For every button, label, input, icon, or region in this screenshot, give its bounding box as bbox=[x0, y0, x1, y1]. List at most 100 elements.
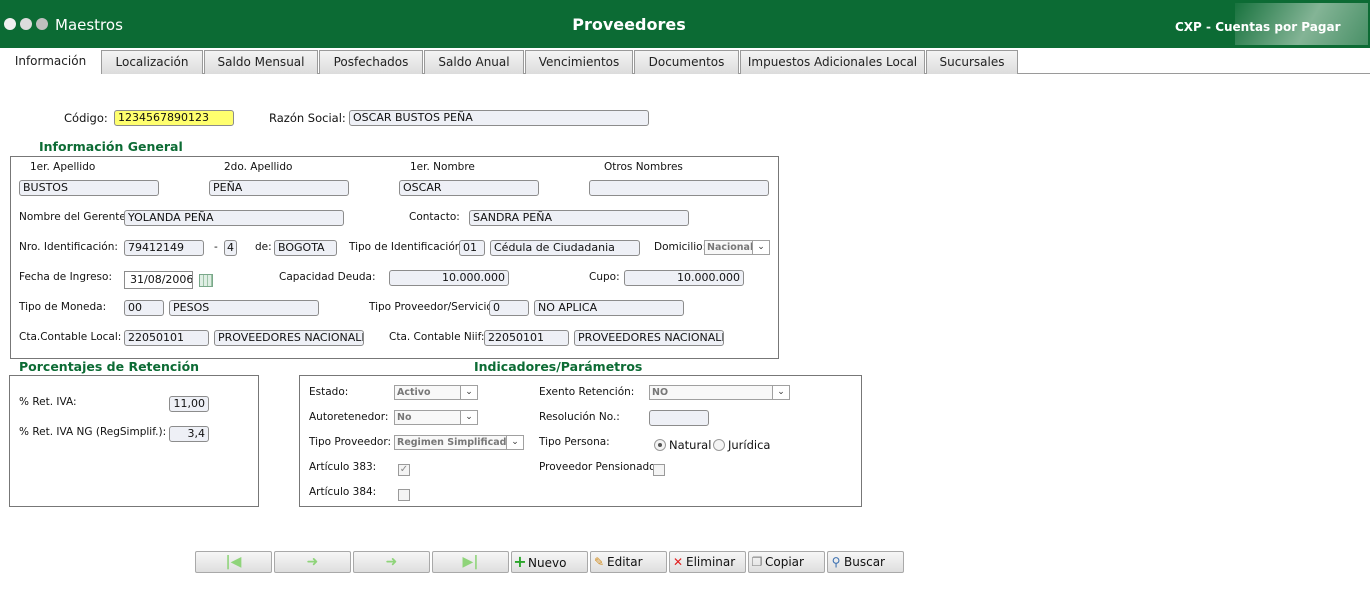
tab-informacion[interactable]: Información bbox=[0, 49, 101, 75]
editar-label: Editar bbox=[607, 555, 643, 569]
tab-documentos[interactable]: Documentos bbox=[634, 50, 739, 74]
last-record-button[interactable]: ▶| bbox=[432, 551, 509, 573]
contacto-label: Contacto: bbox=[409, 211, 460, 223]
articulo-384-checkbox[interactable] bbox=[398, 489, 410, 501]
autoretenedor-label: Autoretenedor: bbox=[309, 411, 389, 423]
fecha-ingreso-label: Fecha de Ingreso: bbox=[19, 271, 112, 283]
buscar-button[interactable]: ⚲ Buscar bbox=[827, 551, 904, 573]
delete-x-icon: ✕ bbox=[672, 555, 684, 569]
tab-sucursales[interactable]: Sucursales bbox=[926, 50, 1018, 74]
chevron-down-icon: ⌄ bbox=[752, 241, 769, 254]
fecha-ingreso-field[interactable]: 31/08/2006 bbox=[124, 271, 193, 289]
chevron-down-icon: ⌄ bbox=[506, 436, 523, 449]
tipo-moneda-label: Tipo de Moneda: bbox=[19, 301, 107, 313]
nro-identificacion-label: Nro. Identificación: bbox=[19, 241, 118, 253]
retencion-panel bbox=[9, 375, 259, 507]
cupo-field[interactable]: 10.000.000 bbox=[624, 270, 744, 286]
tipo-identificacion-name[interactable]: Cédula de Ciudadania bbox=[490, 240, 640, 256]
estado-label: Estado: bbox=[309, 386, 349, 398]
articulo-383-label: Artículo 383: bbox=[309, 461, 377, 473]
nuevo-label: Nuevo bbox=[528, 556, 567, 570]
ret-iva-ng-field[interactable]: 3,4 bbox=[169, 426, 209, 442]
nombre1-field[interactable]: OSCAR bbox=[399, 180, 539, 196]
cupo-label: Cupo: bbox=[589, 271, 620, 283]
ret-iva-field[interactable]: 11,00 bbox=[169, 396, 209, 412]
digito-verificacion-field[interactable]: 4 bbox=[224, 240, 237, 256]
cta-contable-niif-label: Cta. Contable Niif: bbox=[389, 331, 485, 343]
codigo-field[interactable]: 1234567890123 bbox=[114, 110, 234, 126]
tab-localizacion[interactable]: Localización bbox=[101, 50, 203, 74]
apellido1-field[interactable]: BUSTOS bbox=[19, 180, 159, 196]
autoretenedor-select[interactable]: No ⌄ bbox=[394, 410, 478, 425]
app-name: CXP - Cuentas por Pagar bbox=[1175, 20, 1341, 34]
contacto-field[interactable]: SANDRA PEÑA bbox=[469, 210, 689, 226]
autoretenedor-value: No bbox=[397, 412, 412, 423]
copy-icon: ❐ bbox=[751, 555, 763, 569]
gerente-label: Nombre del Gerente: bbox=[19, 211, 130, 223]
razon-social-field[interactable]: OSCAR BUSTOS PEÑA bbox=[349, 110, 649, 126]
nro-identificacion-field[interactable]: 79412149 bbox=[124, 240, 204, 256]
last-record-icon: ▶| bbox=[462, 554, 479, 570]
copiar-label: Copiar bbox=[765, 555, 804, 569]
calendar-icon[interactable] bbox=[199, 274, 213, 287]
cta-contable-niif-code[interactable]: 22050101 bbox=[484, 330, 569, 346]
nombre1-label: 1er. Nombre bbox=[410, 161, 475, 173]
section-title-indicadores: Indicadores/Parámetros bbox=[474, 359, 643, 374]
tipo-proveedor-servicio-code[interactable]: 0 bbox=[489, 300, 529, 316]
tipo-proveedor-select[interactable]: Regimen Simplificado ⌄ bbox=[394, 435, 524, 450]
articulo-383-checkbox[interactable]: ✓ bbox=[398, 464, 410, 476]
tab-saldo-mensual[interactable]: Saldo Mensual bbox=[204, 50, 318, 74]
cta-contable-local-code[interactable]: 22050101 bbox=[124, 330, 209, 346]
chevron-down-icon: ⌄ bbox=[460, 411, 477, 424]
tipo-persona-label: Tipo Persona: bbox=[539, 436, 610, 448]
copiar-button[interactable]: ❐ Copiar bbox=[748, 551, 825, 573]
section-title-general: Información General bbox=[39, 139, 183, 154]
editar-button[interactable]: ✎ Editar bbox=[590, 551, 667, 573]
ciudad-field[interactable]: BOGOTA bbox=[274, 240, 337, 256]
resolucion-field[interactable] bbox=[649, 410, 709, 426]
pencil-icon: ✎ bbox=[593, 555, 605, 569]
tipo-identificacion-label: Tipo de Identificación: bbox=[349, 241, 465, 253]
domicilio-value: Nacional bbox=[707, 242, 754, 253]
app-header: Maestros Proveedores CXP - Cuentas por P… bbox=[0, 0, 1370, 48]
articulo-384-label: Artículo 384: bbox=[309, 486, 377, 498]
capacidad-deuda-label: Capacidad Deuda: bbox=[279, 271, 376, 283]
apellido2-field[interactable]: PEÑA bbox=[209, 180, 349, 196]
natural-radio[interactable] bbox=[654, 439, 666, 451]
next-record-button[interactable]: ➜ bbox=[353, 551, 430, 573]
natural-label: Natural bbox=[669, 438, 712, 452]
tab-posfechados[interactable]: Posfechados bbox=[319, 50, 423, 74]
tab-impuestos-adicionales[interactable]: Impuestos Adicionales Local bbox=[740, 50, 925, 74]
gerente-field[interactable]: YOLANDA PEÑA bbox=[124, 210, 344, 226]
previous-record-button[interactable]: ➜ bbox=[274, 551, 351, 573]
tipo-proveedor-servicio-name[interactable]: NO APLICA bbox=[534, 300, 684, 316]
first-record-button[interactable]: |◀ bbox=[195, 551, 272, 573]
tipo-moneda-code[interactable]: 00 bbox=[124, 300, 164, 316]
exento-retencion-select[interactable]: NO ⌄ bbox=[649, 385, 790, 400]
cta-contable-niif-name[interactable]: PROVEEDORES NACIONALES bbox=[574, 330, 724, 346]
tipo-proveedor-value: Regimen Simplificado bbox=[397, 437, 513, 448]
nuevo-button[interactable]: +Nuevo bbox=[511, 551, 588, 573]
cta-contable-local-label: Cta.Contable Local: bbox=[19, 331, 122, 343]
chevron-down-icon: ⌄ bbox=[460, 386, 477, 399]
dv-separator: - bbox=[214, 241, 218, 253]
domicilio-label: Domicilio: bbox=[654, 241, 707, 253]
tab-saldo-anual[interactable]: Saldo Anual bbox=[424, 50, 524, 74]
estado-select[interactable]: Activo ⌄ bbox=[394, 385, 478, 400]
juridica-radio[interactable] bbox=[713, 439, 725, 451]
tipo-proveedor-label: Tipo Proveedor: bbox=[309, 436, 391, 448]
proveedor-pensionado-checkbox[interactable] bbox=[653, 464, 665, 476]
chevron-down-icon: ⌄ bbox=[772, 386, 789, 399]
first-record-icon: |◀ bbox=[225, 554, 242, 570]
tipo-identificacion-code[interactable]: 01 bbox=[459, 240, 485, 256]
search-icon: ⚲ bbox=[831, 555, 841, 569]
juridica-label: Jurídica bbox=[728, 438, 771, 452]
cta-contable-local-name[interactable]: PROVEEDORES NACIONALES bbox=[214, 330, 364, 346]
capacidad-deuda-field[interactable]: 10.000.000 bbox=[389, 270, 509, 286]
eliminar-button[interactable]: ✕ Eliminar bbox=[669, 551, 746, 573]
tab-vencimientos[interactable]: Vencimientos bbox=[525, 50, 633, 74]
tab-bar: Información Localización Saldo Mensual P… bbox=[0, 48, 1370, 75]
tipo-moneda-name[interactable]: PESOS bbox=[169, 300, 319, 316]
domicilio-select[interactable]: Nacional ⌄ bbox=[704, 240, 770, 255]
otros-nombres-field[interactable] bbox=[589, 180, 769, 196]
